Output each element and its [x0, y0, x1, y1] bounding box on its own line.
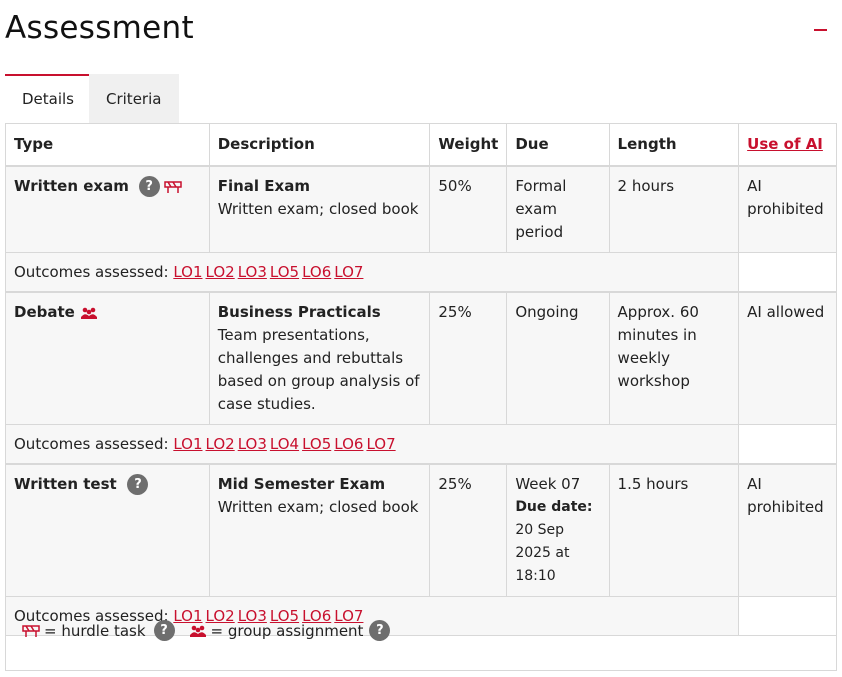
length-cell: 2 hours [608, 165, 740, 253]
tab-criteria[interactable]: Criteria [89, 74, 179, 123]
lo-link[interactable]: LO6 [334, 435, 363, 453]
assessment-table: Type Description Weight Due Length Use o… [4, 123, 837, 636]
lo-link[interactable]: LO3 [238, 435, 267, 453]
outcomes-blank [738, 596, 837, 636]
tab-details[interactable]: Details [5, 74, 89, 123]
lo-link[interactable]: LO5 [270, 263, 299, 281]
lo-link[interactable]: LO6 [302, 263, 331, 281]
lo-link[interactable]: LO1 [173, 263, 202, 281]
type-cell: Written test ? [5, 463, 210, 597]
header-ai: Use of AI [738, 123, 837, 167]
assessment-title: Mid Semester Exam [217, 475, 386, 493]
group-icon [189, 625, 206, 637]
tab-bar: Details Criteria [5, 74, 179, 123]
outcomes-label: Outcomes assessed: [14, 435, 169, 453]
due-cell: Week 07 Due date: 20 Sep 2025 at 18:10 [506, 463, 610, 597]
hurdle-icon [164, 180, 183, 193]
description-cell: Business Practicals Team presentations, … [208, 291, 431, 425]
header-due: Due [506, 123, 610, 167]
outcomes-row: Outcomes assessed: LO1 LO2 LO3 LO4 LO5 LO6 LO7 [4, 424, 837, 465]
lo-link[interactable]: LO7 [366, 435, 395, 453]
minus-icon[interactable] [814, 29, 827, 31]
assessment-type: Written exam [14, 177, 129, 195]
due-cell: Ongoing [506, 291, 610, 425]
ai-cell: AI allowed [738, 291, 837, 425]
type-cell: Debate [5, 291, 210, 425]
lo-link[interactable]: LO7 [334, 263, 363, 281]
help-icon[interactable]: ? [127, 474, 149, 495]
legend-hurdle-text: = hurdle task [44, 621, 146, 640]
outcomes-blank [738, 424, 837, 465]
weight-cell: 25% [429, 463, 508, 597]
outcomes-label: Outcomes assessed: [14, 263, 169, 281]
ai-cell: AI prohibited [738, 463, 837, 597]
help-icon[interactable]: ? [369, 620, 391, 641]
assessment-description: Team presentations, challenges and rebut… [217, 326, 420, 413]
assessment-header: Assessment [0, 0, 842, 72]
description-cell: Mid Semester Exam Written exam; closed b… [208, 463, 431, 597]
length-cell: Approx. 60 minutes in weekly workshop [608, 291, 740, 425]
header-description: Description [208, 123, 431, 167]
help-icon[interactable]: ? [138, 176, 160, 197]
due-date: Due date: 20 Sep 2025 at 18:10 [515, 496, 600, 588]
assessment-description: Written exam; closed book [217, 200, 419, 218]
group-icon [80, 307, 97, 319]
legend: = hurdle task ? = group assignment ? [22, 620, 391, 641]
table-header-row: Type Description Weight Due Length Use o… [5, 123, 837, 167]
due-week: Week 07 [515, 475, 581, 493]
weight-cell: 50% [429, 165, 508, 253]
ai-cell: AI prohibited [738, 165, 837, 253]
outcomes-blank [738, 252, 837, 293]
lo-link[interactable]: LO2 [206, 435, 235, 453]
help-icon[interactable]: ? [153, 620, 175, 641]
due-date-label: Due date: [515, 499, 593, 515]
table-row: Written test ? Mid Semester Exam Written… [5, 463, 837, 597]
lo-link[interactable]: LO3 [238, 263, 267, 281]
table-row: Debate Business Practicals Team presenta… [5, 291, 837, 425]
outcomes-cell: Outcomes assessed: LO1 LO2 LO3 LO5 LO6 LO7 [4, 252, 740, 293]
assessment-type: Written test [14, 475, 117, 493]
lo-link[interactable]: LO4 [270, 435, 299, 453]
use-of-ai-link[interactable]: Use of AI [747, 135, 823, 153]
assessment-title: Final Exam [217, 177, 310, 195]
outcomes-cell: Outcomes assessed: LO1 LO2 LO3 LO4 LO5 LO6 LO7 [4, 424, 740, 465]
lo-link[interactable]: LO1 [173, 435, 202, 453]
header-length: Length [608, 123, 740, 167]
lo-link[interactable]: LO5 [302, 435, 331, 453]
weight-cell: 25% [429, 291, 508, 425]
hurdle-icon [22, 624, 40, 637]
description-cell: Final Exam Written exam; closed book [208, 165, 431, 253]
header-type: Type [5, 123, 210, 167]
table-row: Written exam ? Final Exam Written exam; … [5, 165, 837, 253]
assessment-type: Debate [14, 303, 75, 321]
type-cell: Written exam ? [5, 165, 210, 253]
header-weight: Weight [429, 123, 508, 167]
outcomes-row: Outcomes assessed: LO1 LO2 LO3 LO5 LO6 LO7 [4, 252, 837, 293]
lo-link[interactable]: LO2 [206, 263, 235, 281]
assessment-description: Written exam; closed book [217, 498, 419, 516]
due-date-value: 20 Sep 2025 at 18:10 [515, 522, 570, 584]
legend-group-text: = group assignment [210, 621, 364, 640]
due-cell: Formal exam period [506, 165, 610, 253]
length-cell: 1.5 hours [608, 463, 740, 597]
page-title: Assessment [5, 10, 194, 46]
assessment-title: Business Practicals [217, 303, 381, 321]
